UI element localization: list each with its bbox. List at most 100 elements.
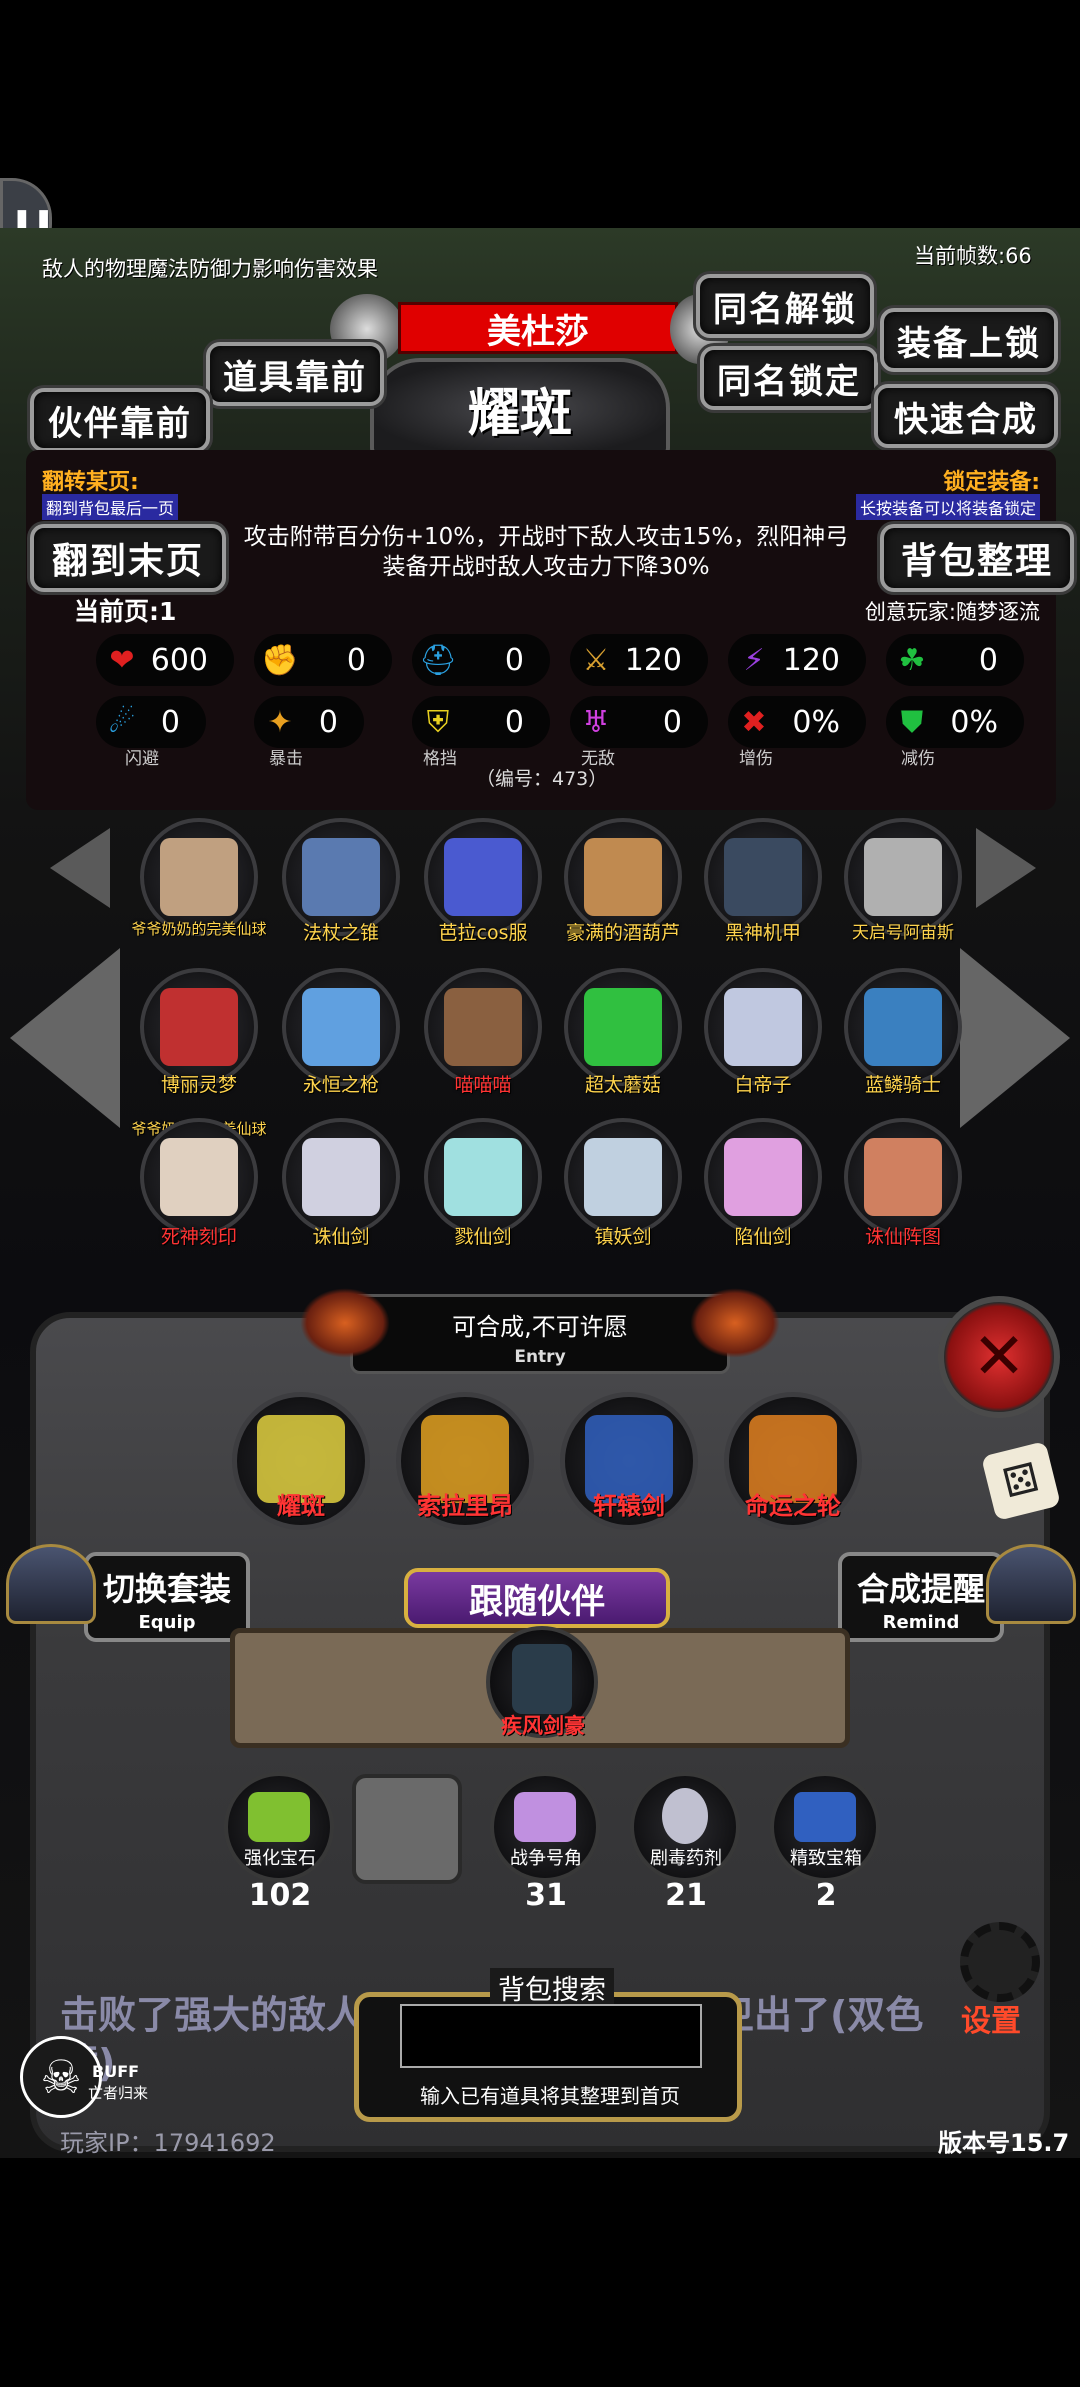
bag-item-slot[interactable] xyxy=(424,1118,542,1236)
bag-item-slot[interactable] xyxy=(704,1118,822,1236)
player-ip: 玩家IP：17941692 xyxy=(60,2129,276,2157)
inventory-label: 强化宝石 xyxy=(244,1848,316,1869)
flame-ornament-right xyxy=(690,1288,780,1358)
inventory-art xyxy=(794,1792,856,1842)
partner-front-button[interactable]: 伙伴靠前 xyxy=(30,388,210,452)
item-art xyxy=(724,988,802,1066)
hero-name-plate: 耀斑 xyxy=(370,358,670,458)
item-art xyxy=(160,838,238,916)
equip-name: 索拉里昂 xyxy=(417,1492,513,1520)
item-art xyxy=(444,1138,522,1216)
bag-item-name: 永恒之枪 xyxy=(302,1074,379,1096)
item-art xyxy=(444,838,522,916)
bag-search-input[interactable] xyxy=(400,2004,702,2068)
item-art xyxy=(302,838,380,916)
partner-art xyxy=(512,1644,572,1714)
heart-icon: ❤ xyxy=(109,642,135,678)
hero-red-banner: 美杜莎 xyxy=(398,302,678,354)
hero-red-title: 美杜莎 xyxy=(487,311,589,352)
item-art xyxy=(584,838,662,916)
go-last-page-button[interactable]: 翻到末页 xyxy=(30,524,226,592)
bag-item-slot[interactable] xyxy=(704,968,822,1086)
bag-item-name: 超太蘑菇 xyxy=(584,1074,661,1096)
settings-button[interactable]: 设置 xyxy=(946,1918,1056,2048)
buff-sub: 亡者归来 xyxy=(88,2084,149,2102)
tip-text: 敌人的物理魔法防御力影响伤害效果 xyxy=(42,257,378,281)
bag-item-name: 天启号阿宙斯 xyxy=(852,923,954,943)
damage-up-icon: ✖ xyxy=(741,704,767,740)
damage-down-icon: ⛊ xyxy=(900,704,924,740)
item-art xyxy=(584,1138,662,1216)
bag-search-title: 背包搜索 xyxy=(490,1968,614,2007)
same-name-lock-button[interactable]: 同名锁定 xyxy=(700,346,878,410)
inventory-count: 21 xyxy=(665,1878,707,1913)
bag-item-slot[interactable] xyxy=(844,968,962,1086)
equip-name: 命运之轮 xyxy=(745,1492,841,1520)
creator-credit: 创意玩家:随梦逐流 xyxy=(864,600,1040,624)
sort-bag-button[interactable]: 背包整理 xyxy=(880,524,1074,592)
inventory-label: 剧毒药剂 xyxy=(650,1848,722,1869)
close-button[interactable]: ✕ xyxy=(938,1296,1060,1418)
bag-item-slot[interactable] xyxy=(282,968,400,1086)
prev-page-arrow-icon[interactable] xyxy=(10,948,120,1128)
bag-item-slot[interactable] xyxy=(424,968,542,1086)
same-name-unlock-button[interactable]: 同名解锁 xyxy=(696,274,874,338)
inventory-label: 战争号角 xyxy=(510,1848,582,1869)
combine-remind-button[interactable]: 合成提醒 Remind xyxy=(838,1552,1004,1642)
lock-title: 锁定装备: xyxy=(943,470,1040,495)
bag-item-slot[interactable] xyxy=(140,1118,258,1236)
quick-combine-button[interactable]: 快速合成 xyxy=(874,384,1058,448)
stat-label: 暴击 xyxy=(269,749,303,769)
game-screen: 敌人的物理魔法防御力影响伤害效果 当前帧数:66 美杜莎 耀斑 同名解锁 同名锁… xyxy=(0,228,1080,2158)
equip-lock-button[interactable]: 装备上锁 xyxy=(880,308,1058,372)
inventory-label: 精致宝箱 xyxy=(790,1848,862,1869)
bag-item-slot[interactable] xyxy=(844,1118,962,1236)
bag-item-slot[interactable] xyxy=(564,968,682,1086)
inventory-count: 2 xyxy=(815,1878,837,1913)
bag-item-name: 戮仙剑 xyxy=(454,1226,512,1248)
combine-remind-sub: Remind xyxy=(882,1612,960,1633)
equip-name: 轩辕剑 xyxy=(593,1492,665,1520)
bag-item-slot[interactable] xyxy=(282,1118,400,1236)
stat-label: 闪避 xyxy=(125,749,159,769)
crit-icon: ✦ xyxy=(267,704,293,740)
bag-item-name: 陷仙剑 xyxy=(734,1226,792,1248)
stat-label: 减伤 xyxy=(901,749,935,769)
hat-ornament-left xyxy=(6,1544,96,1624)
next-page-arrow-icon[interactable] xyxy=(960,948,1070,1128)
equip-name: 耀斑 xyxy=(277,1492,325,1520)
hero-name: 耀斑 xyxy=(467,383,572,444)
small-next-arrow-icon[interactable] xyxy=(976,828,1036,908)
combine-remind-label: 合成提醒 xyxy=(856,1570,985,1608)
dodge-icon: ☄ xyxy=(108,704,136,740)
item-art xyxy=(584,988,662,1066)
inventory-count: 31 xyxy=(525,1878,567,1913)
bag-item-slot[interactable] xyxy=(564,1118,682,1236)
item-art xyxy=(864,988,942,1066)
close-icon: ✕ xyxy=(972,1320,1026,1394)
inventory-art xyxy=(248,1792,310,1842)
stat-label: 增伤 xyxy=(739,749,773,769)
bag-item-slot[interactable] xyxy=(140,968,258,1086)
gear-icon xyxy=(960,1922,1040,2002)
switch-set-button[interactable]: 切换套装 Equip xyxy=(84,1552,250,1642)
inventory-art xyxy=(514,1792,576,1842)
bag-item-name: 喵喵喵 xyxy=(454,1074,512,1096)
item-front-button[interactable]: 道具靠前 xyxy=(206,342,384,406)
bag-item-name: 诛仙剑 xyxy=(312,1226,370,1248)
shield-icon: ⛨ xyxy=(426,704,450,740)
sword-icon: ⚔ xyxy=(582,642,610,678)
follow-partner-label: 跟随伙伴 xyxy=(469,1581,605,1622)
clover-icon: ☘ xyxy=(898,642,926,678)
stats-row-2: 0 ☄ 闪避 0 ✦ 暴击 0 ⛨ 格挡 0 ♅ 无敌 0% ✖ 增伤 0% ⛊… xyxy=(0,692,1080,772)
lock-desc: 长按装备可以将装备锁定 xyxy=(855,494,1040,520)
stats-row-1: 600 ❤ 0 ✊ 0 ⛑ 120 ⚔ 120 ⚡ 0 ☘ xyxy=(0,630,1080,690)
bag-item-name: 死神刻印 xyxy=(160,1226,237,1248)
entry-sub: Entry xyxy=(514,1347,566,1367)
small-prev-arrow-icon[interactable] xyxy=(50,828,110,908)
item-art xyxy=(160,1138,238,1216)
skull-icon: ☠ xyxy=(40,2050,82,2104)
bag-search-hint: 输入已有道具将其整理到首页 xyxy=(420,2084,680,2108)
switch-set-sub: Equip xyxy=(138,1612,196,1633)
empty-inventory-slot[interactable] xyxy=(352,1774,462,1884)
